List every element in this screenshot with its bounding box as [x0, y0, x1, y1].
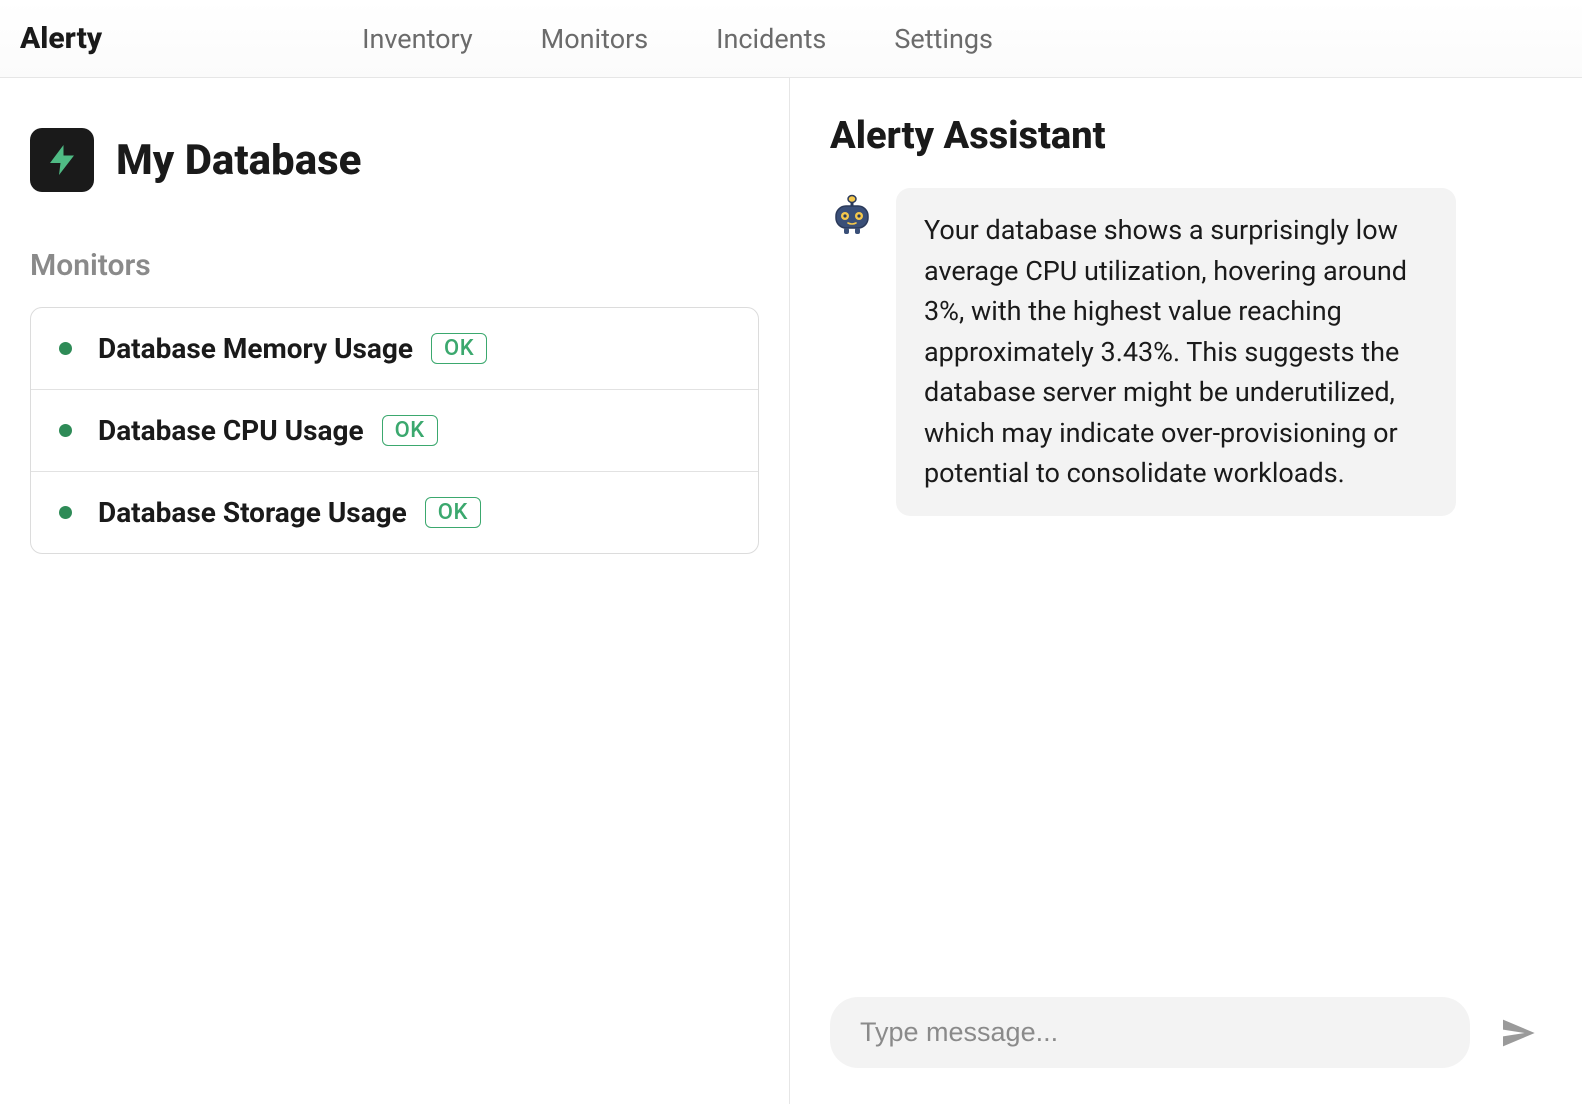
- nav-item-monitors[interactable]: Monitors: [541, 23, 649, 55]
- status-dot-icon: [59, 506, 72, 519]
- resource-header: My Database: [30, 128, 759, 192]
- monitor-name: Database Memory Usage: [98, 332, 413, 365]
- monitor-row[interactable]: Database Storage Usage OK: [31, 472, 758, 553]
- status-badge: OK: [382, 415, 438, 446]
- chat-area: Your database shows a surprisingly low a…: [830, 188, 1542, 977]
- message-input[interactable]: [830, 997, 1470, 1068]
- assistant-message-row: Your database shows a surprisingly low a…: [830, 188, 1542, 516]
- monitor-row[interactable]: Database CPU Usage OK: [31, 390, 758, 472]
- nav-item-incidents[interactable]: Incidents: [716, 23, 826, 55]
- nav-item-settings[interactable]: Settings: [894, 23, 993, 55]
- monitors-section-label: Monitors: [30, 248, 759, 283]
- assistant-title: Alerty Assistant: [830, 114, 1542, 158]
- monitor-name: Database Storage Usage: [98, 496, 407, 529]
- status-dot-icon: [59, 424, 72, 437]
- monitors-list: Database Memory Usage OK Database CPU Us…: [30, 307, 759, 554]
- status-dot-icon: [59, 342, 72, 355]
- main-nav: Inventory Monitors Incidents Settings: [362, 23, 993, 55]
- send-icon: [1498, 1013, 1538, 1053]
- monitor-name: Database CPU Usage: [98, 414, 364, 447]
- assistant-panel: Alerty Assistant: [790, 78, 1582, 1104]
- send-button[interactable]: [1494, 1009, 1542, 1057]
- database-icon: [30, 128, 94, 192]
- left-panel: My Database Monitors Database Memory Usa…: [0, 78, 790, 1104]
- top-header: Alerty Inventory Monitors Incidents Sett…: [0, 0, 1582, 78]
- bot-avatar-icon: [830, 192, 874, 236]
- resource-title: My Database: [116, 136, 361, 185]
- chat-input-area: [830, 997, 1542, 1068]
- nav-item-inventory[interactable]: Inventory: [362, 23, 473, 55]
- status-badge: OK: [431, 333, 487, 364]
- assistant-message-bubble: Your database shows a surprisingly low a…: [896, 188, 1456, 516]
- status-badge: OK: [425, 497, 481, 528]
- main-content: My Database Monitors Database Memory Usa…: [0, 78, 1582, 1104]
- brand-logo[interactable]: Alerty: [20, 21, 102, 56]
- monitor-row[interactable]: Database Memory Usage OK: [31, 308, 758, 390]
